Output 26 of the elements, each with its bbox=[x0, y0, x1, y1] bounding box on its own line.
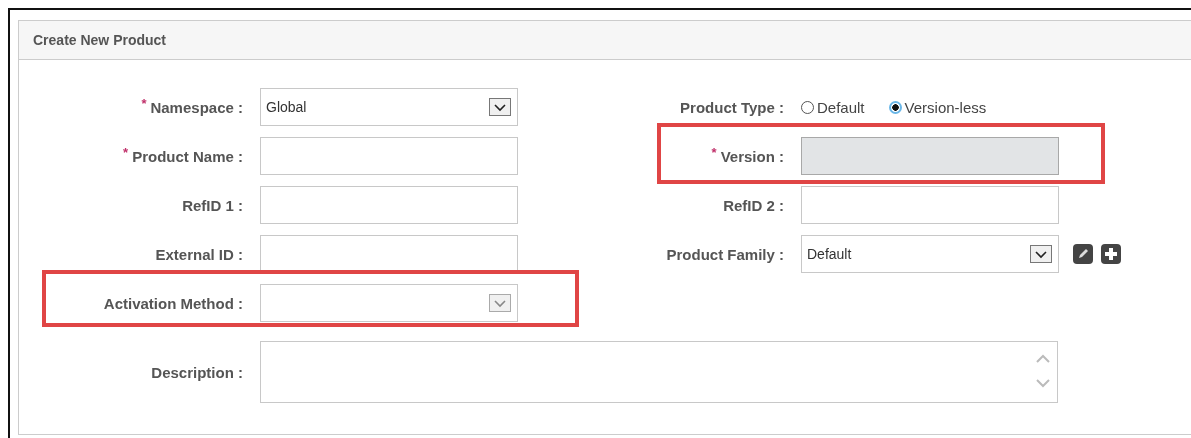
field-label: Product Family : bbox=[666, 245, 784, 263]
radio-option[interactable]: Default bbox=[801, 98, 865, 116]
required-mark: * bbox=[123, 144, 129, 160]
field-label: Product Name : bbox=[132, 147, 243, 165]
dropdown-field[interactable]: Default bbox=[801, 235, 1059, 273]
text-field[interactable] bbox=[801, 186, 1059, 224]
field-label: Activation Method : bbox=[103, 294, 243, 312]
field-label: RefID 2 : bbox=[723, 196, 784, 214]
field-label: External ID : bbox=[155, 245, 243, 263]
text-field[interactable] bbox=[260, 137, 518, 175]
field-label: Version : bbox=[720, 147, 784, 165]
description-textarea[interactable] bbox=[260, 341, 1058, 403]
required-mark: * bbox=[711, 144, 717, 160]
dropdown-field[interactable] bbox=[260, 284, 518, 322]
field-label: Product Type : bbox=[680, 98, 784, 116]
dropdown-field[interactable]: Global bbox=[260, 88, 518, 126]
panel-title: Create New Product bbox=[33, 32, 167, 48]
text-field[interactable] bbox=[260, 235, 518, 273]
add-icon[interactable] bbox=[1101, 244, 1121, 264]
field-label: RefID 1 : bbox=[182, 196, 243, 214]
radio-option[interactable]: Version-less bbox=[888, 98, 987, 116]
text-field[interactable] bbox=[260, 186, 518, 224]
field-label: Description : bbox=[151, 363, 243, 381]
edit-icon[interactable] bbox=[1073, 244, 1093, 264]
required-mark: * bbox=[141, 95, 147, 111]
field-label: Namespace : bbox=[150, 98, 243, 116]
